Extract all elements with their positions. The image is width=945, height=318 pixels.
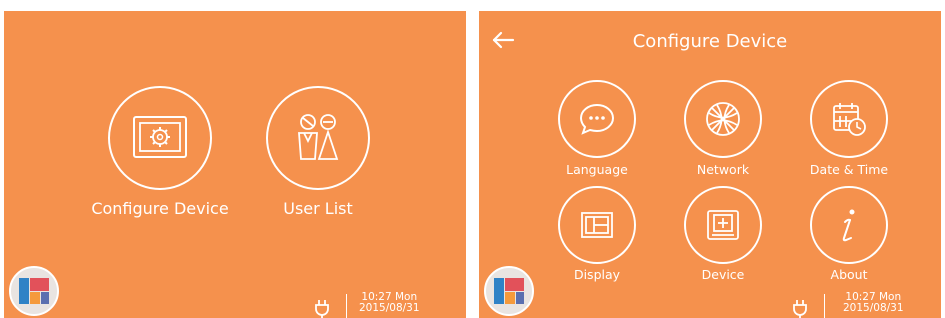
display-button[interactable] [558, 186, 636, 264]
launcher-tiles-icon [494, 278, 524, 304]
user-list-icon [298, 114, 339, 160]
status-divider [824, 294, 825, 318]
status-date: 2015/08/31 [359, 302, 420, 314]
home-screen: Configure Device User List 10:27 Mon 201… [4, 11, 466, 318]
about-label: About [830, 267, 868, 282]
date-time-label: Date & Time [809, 162, 889, 177]
device-label: Device [701, 267, 745, 282]
page-title: Configure Device [632, 31, 788, 52]
app-launcher-button[interactable] [9, 266, 59, 316]
status-date: 2015/08/31 [843, 302, 904, 314]
app-launcher-button[interactable] [484, 266, 534, 316]
date-time-button[interactable] [810, 80, 888, 158]
language-button[interactable] [558, 80, 636, 158]
status-clock: 10:27 Mon 2015/08/31 [359, 292, 420, 314]
configure-device-button[interactable] [108, 86, 212, 190]
power-plug-icon [315, 300, 329, 318]
status-clock: 10:27 Mon 2015/08/31 [843, 292, 904, 314]
network-button[interactable] [684, 80, 762, 158]
about-button[interactable] [810, 186, 888, 264]
display-label: Display [573, 267, 621, 282]
network-label: Network [696, 162, 750, 177]
status-divider [346, 294, 347, 318]
configure-device-label: Configure Device [91, 199, 229, 218]
info-icon [842, 209, 855, 242]
user-list-button[interactable] [266, 86, 370, 190]
display-layout-icon [581, 212, 613, 238]
configure-device-screen: Configure Device Language Network Date &… [479, 11, 941, 318]
power-plug-icon [793, 300, 807, 318]
language-label: Language [566, 162, 628, 177]
user-list-label: User List [283, 199, 353, 218]
device-button[interactable] [684, 186, 762, 264]
globe-icon [706, 102, 740, 136]
device-icon [707, 210, 739, 240]
chat-bubble-icon [579, 103, 615, 135]
launcher-tiles-icon [19, 278, 49, 304]
calendar-clock-icon [833, 103, 866, 136]
configure-device-icon [133, 116, 187, 158]
